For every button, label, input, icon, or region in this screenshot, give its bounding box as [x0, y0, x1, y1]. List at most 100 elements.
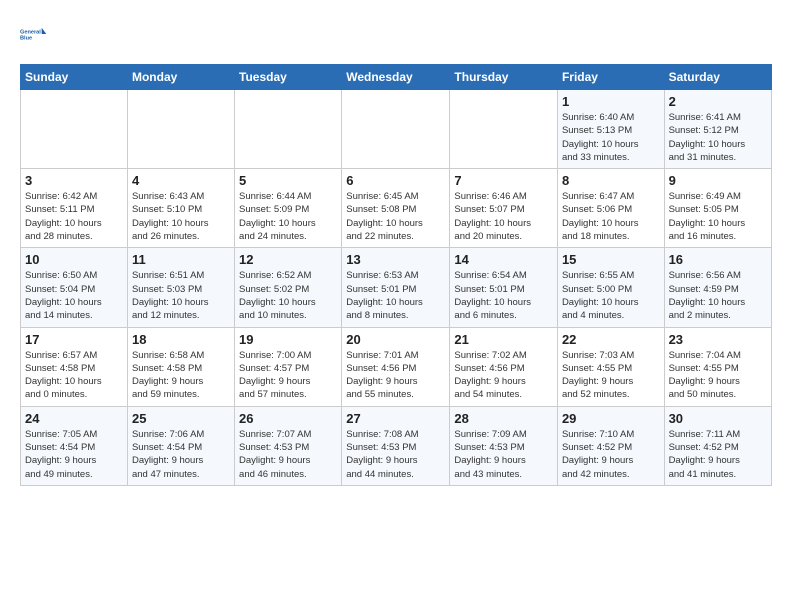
calendar-cell: 26 Sunrise: 7:07 AM Sunset: 4:53 PM Dayli…: [235, 406, 342, 485]
day-number: 11: [132, 252, 230, 267]
day-number: 8: [562, 173, 660, 188]
day-info: Sunrise: 7:02 AM Sunset: 4:56 PM Dayligh…: [454, 349, 553, 402]
weekday-header: Saturday: [664, 65, 771, 90]
calendar-cell: [450, 90, 558, 169]
day-number: 1: [562, 94, 660, 109]
calendar-week-row: 17 Sunrise: 6:57 AM Sunset: 4:58 PM Dayli…: [21, 327, 772, 406]
calendar-cell: 19Sunrise: 7:00 AM Sunset: 4:57 PM Dayli…: [235, 327, 342, 406]
day-number: 16: [669, 252, 767, 267]
calendar-cell: [235, 90, 342, 169]
day-info: Sunrise: 6:54 AM Sunset: 5:01 PM Dayligh…: [454, 269, 553, 322]
day-info: Sunrise: 7:04 AM Sunset: 4:55 PM Dayligh…: [669, 349, 767, 402]
calendar-week-row: 24Sunrise: 7:05 AM Sunset: 4:54 PM Dayli…: [21, 406, 772, 485]
calendar-cell: 14 Sunrise: 6:54 AM Sunset: 5:01 PM Dayli…: [450, 248, 558, 327]
calendar-cell: 15 Sunrise: 6:55 AM Sunset: 5:00 PM Dayli…: [557, 248, 664, 327]
calendar-cell: 27 Sunrise: 7:08 AM Sunset: 4:53 PM Dayli…: [342, 406, 450, 485]
day-number: 23: [669, 332, 767, 347]
weekday-header: Thursday: [450, 65, 558, 90]
calendar-cell: 5 Sunrise: 6:44 AM Sunset: 5:09 PM Daylig…: [235, 169, 342, 248]
day-info: Sunrise: 6:43 AM Sunset: 5:10 PM Dayligh…: [132, 190, 230, 243]
calendar-cell: 17 Sunrise: 6:57 AM Sunset: 4:58 PM Dayli…: [21, 327, 128, 406]
calendar-cell: 16 Sunrise: 6:56 AM Sunset: 4:59 PM Dayli…: [664, 248, 771, 327]
day-number: 10: [25, 252, 123, 267]
calendar-cell: 11 Sunrise: 6:51 AM Sunset: 5:03 PM Dayli…: [127, 248, 234, 327]
calendar-cell: 4 Sunrise: 6:43 AM Sunset: 5:10 PM Daylig…: [127, 169, 234, 248]
day-info: Sunrise: 6:50 AM Sunset: 5:04 PM Dayligh…: [25, 269, 123, 322]
calendar-cell: 25Sunrise: 7:06 AM Sunset: 4:54 PM Dayli…: [127, 406, 234, 485]
day-number: 29: [562, 411, 660, 426]
day-info: Sunrise: 7:05 AM Sunset: 4:54 PM Dayligh…: [25, 428, 123, 481]
day-number: 20: [346, 332, 445, 347]
day-info: Sunrise: 6:47 AM Sunset: 5:06 PM Dayligh…: [562, 190, 660, 243]
day-number: 27: [346, 411, 445, 426]
calendar-cell: 10 Sunrise: 6:50 AM Sunset: 5:04 PM Dayli…: [21, 248, 128, 327]
calendar-cell: 22Sunrise: 7:03 AM Sunset: 4:55 PM Dayli…: [557, 327, 664, 406]
weekday-row: SundayMondayTuesdayWednesdayThursdayFrid…: [21, 65, 772, 90]
calendar-cell: 30 Sunrise: 7:11 AM Sunset: 4:52 PM Dayli…: [664, 406, 771, 485]
weekday-header: Sunday: [21, 65, 128, 90]
calendar-cell: 2 Sunrise: 6:41 AM Sunset: 5:12 PM Daylig…: [664, 90, 771, 169]
day-number: 21: [454, 332, 553, 347]
calendar-week-row: 1 Sunrise: 6:40 AM Sunset: 5:13 PM Daylig…: [21, 90, 772, 169]
day-info: Sunrise: 6:53 AM Sunset: 5:01 PM Dayligh…: [346, 269, 445, 322]
svg-text:General: General: [20, 29, 41, 35]
day-number: 28: [454, 411, 553, 426]
day-number: 9: [669, 173, 767, 188]
day-number: 14: [454, 252, 553, 267]
calendar-cell: 6Sunrise: 6:45 AM Sunset: 5:08 PM Daylig…: [342, 169, 450, 248]
calendar-cell: [342, 90, 450, 169]
day-info: Sunrise: 7:09 AM Sunset: 4:53 PM Dayligh…: [454, 428, 553, 481]
day-info: Sunrise: 7:10 AM Sunset: 4:52 PM Dayligh…: [562, 428, 660, 481]
day-number: 22: [562, 332, 660, 347]
calendar-cell: [21, 90, 128, 169]
calendar-body: 1 Sunrise: 6:40 AM Sunset: 5:13 PM Daylig…: [21, 90, 772, 486]
day-number: 3: [25, 173, 123, 188]
day-number: 7: [454, 173, 553, 188]
weekday-header: Friday: [557, 65, 664, 90]
day-number: 17: [25, 332, 123, 347]
day-number: 12: [239, 252, 337, 267]
day-info: Sunrise: 6:42 AM Sunset: 5:11 PM Dayligh…: [25, 190, 123, 243]
day-number: 30: [669, 411, 767, 426]
day-info: Sunrise: 6:40 AM Sunset: 5:13 PM Dayligh…: [562, 111, 660, 164]
day-info: Sunrise: 7:06 AM Sunset: 4:54 PM Dayligh…: [132, 428, 230, 481]
calendar-header: SundayMondayTuesdayWednesdayThursdayFrid…: [21, 65, 772, 90]
calendar-cell: 29 Sunrise: 7:10 AM Sunset: 4:52 PM Dayli…: [557, 406, 664, 485]
calendar-cell: 9 Sunrise: 6:49 AM Sunset: 5:05 PM Daylig…: [664, 169, 771, 248]
calendar-cell: [127, 90, 234, 169]
day-info: Sunrise: 6:56 AM Sunset: 4:59 PM Dayligh…: [669, 269, 767, 322]
day-info: Sunrise: 7:08 AM Sunset: 4:53 PM Dayligh…: [346, 428, 445, 481]
calendar-cell: 13 Sunrise: 6:53 AM Sunset: 5:01 PM Dayli…: [342, 248, 450, 327]
weekday-header: Monday: [127, 65, 234, 90]
calendar-cell: 3 Sunrise: 6:42 AM Sunset: 5:11 PM Daylig…: [21, 169, 128, 248]
day-info: Sunrise: 6:44 AM Sunset: 5:09 PM Dayligh…: [239, 190, 337, 243]
svg-text:Blue: Blue: [20, 36, 32, 42]
day-info: Sunrise: 6:52 AM Sunset: 5:02 PM Dayligh…: [239, 269, 337, 322]
day-info: Sunrise: 6:55 AM Sunset: 5:00 PM Dayligh…: [562, 269, 660, 322]
day-info: Sunrise: 6:51 AM Sunset: 5:03 PM Dayligh…: [132, 269, 230, 322]
day-number: 15: [562, 252, 660, 267]
logo-icon: GeneralBlue: [20, 20, 48, 48]
day-number: 2: [669, 94, 767, 109]
day-number: 4: [132, 173, 230, 188]
calendar-cell: 12 Sunrise: 6:52 AM Sunset: 5:02 PM Dayli…: [235, 248, 342, 327]
calendar-table: SundayMondayTuesdayWednesdayThursdayFrid…: [20, 64, 772, 486]
calendar-week-row: 3 Sunrise: 6:42 AM Sunset: 5:11 PM Daylig…: [21, 169, 772, 248]
day-number: 26: [239, 411, 337, 426]
weekday-header: Tuesday: [235, 65, 342, 90]
calendar-cell: 18Sunrise: 6:58 AM Sunset: 4:58 PM Dayli…: [127, 327, 234, 406]
day-info: Sunrise: 6:58 AM Sunset: 4:58 PM Dayligh…: [132, 349, 230, 402]
day-info: Sunrise: 7:07 AM Sunset: 4:53 PM Dayligh…: [239, 428, 337, 481]
day-number: 13: [346, 252, 445, 267]
day-info: Sunrise: 7:00 AM Sunset: 4:57 PM Dayligh…: [239, 349, 337, 402]
day-info: Sunrise: 7:11 AM Sunset: 4:52 PM Dayligh…: [669, 428, 767, 481]
calendar-cell: 24Sunrise: 7:05 AM Sunset: 4:54 PM Dayli…: [21, 406, 128, 485]
calendar-cell: 21 Sunrise: 7:02 AM Sunset: 4:56 PM Dayli…: [450, 327, 558, 406]
day-info: Sunrise: 6:57 AM Sunset: 4:58 PM Dayligh…: [25, 349, 123, 402]
day-number: 6: [346, 173, 445, 188]
calendar-cell: 8 Sunrise: 6:47 AM Sunset: 5:06 PM Daylig…: [557, 169, 664, 248]
page-header: GeneralBlue: [20, 20, 772, 48]
day-info: Sunrise: 6:41 AM Sunset: 5:12 PM Dayligh…: [669, 111, 767, 164]
day-number: 5: [239, 173, 337, 188]
day-info: Sunrise: 6:49 AM Sunset: 5:05 PM Dayligh…: [669, 190, 767, 243]
